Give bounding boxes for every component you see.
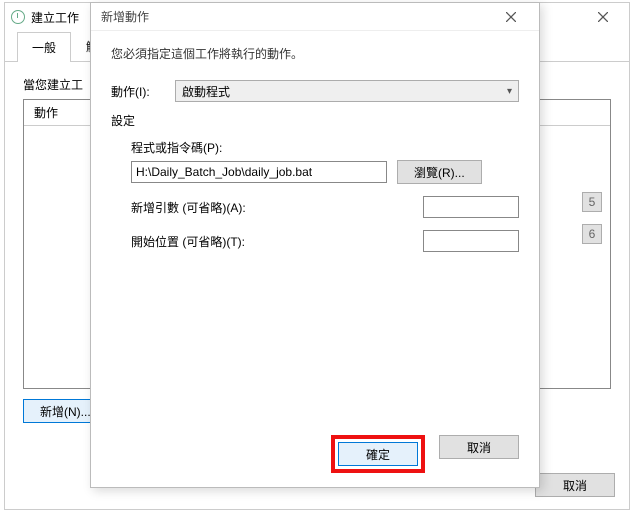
dialog-footer: 確定 取消 [331,435,519,473]
program-input[interactable] [131,161,387,183]
new-action-dialog: 新增動作 您必須指定這個工作將執行的動作。 動作(I): 啟動程式 ▾ 設定 程… [90,2,540,488]
close-icon [506,12,516,22]
parent-close-button[interactable] [583,4,623,30]
page-button-5[interactable]: 5 [582,192,602,212]
page-button-6[interactable]: 6 [582,224,602,244]
args-label: 新增引數 (可省略)(A): [131,199,246,216]
tab-general[interactable]: 一般 [17,32,71,62]
args-input[interactable] [423,196,519,218]
action-select-value: 啟動程式 [182,83,230,100]
ok-button[interactable]: 確定 [338,442,418,466]
dialog-instruction: 您必須指定這個工作將執行的動作。 [111,45,519,62]
startin-input[interactable] [423,230,519,252]
program-label: 程式或指令碼(P): [131,139,519,156]
browse-button[interactable]: 瀏覽(R)... [397,160,482,184]
startin-label: 開始位置 (可省略)(T): [131,233,245,250]
dialog-title-text: 新增動作 [101,8,149,25]
settings-label: 設定 [111,112,519,129]
action-label: 動作(I): [111,83,165,100]
dialog-cancel-button[interactable]: 取消 [439,435,519,459]
close-icon [598,12,608,22]
dialog-titlebar: 新增動作 [91,3,539,31]
clock-icon [11,10,25,24]
parent-title-text: 建立工作 [31,9,79,26]
ok-button-highlight: 確定 [331,435,425,473]
action-select[interactable]: 啟動程式 ▾ [175,80,519,102]
dialog-close-button[interactable] [493,4,529,30]
chevron-down-icon: ▾ [507,86,512,97]
dialog-body: 您必須指定這個工作將執行的動作。 動作(I): 啟動程式 ▾ 設定 程式或指令碼… [91,31,539,274]
parent-cancel-button[interactable]: 取消 [535,473,615,497]
